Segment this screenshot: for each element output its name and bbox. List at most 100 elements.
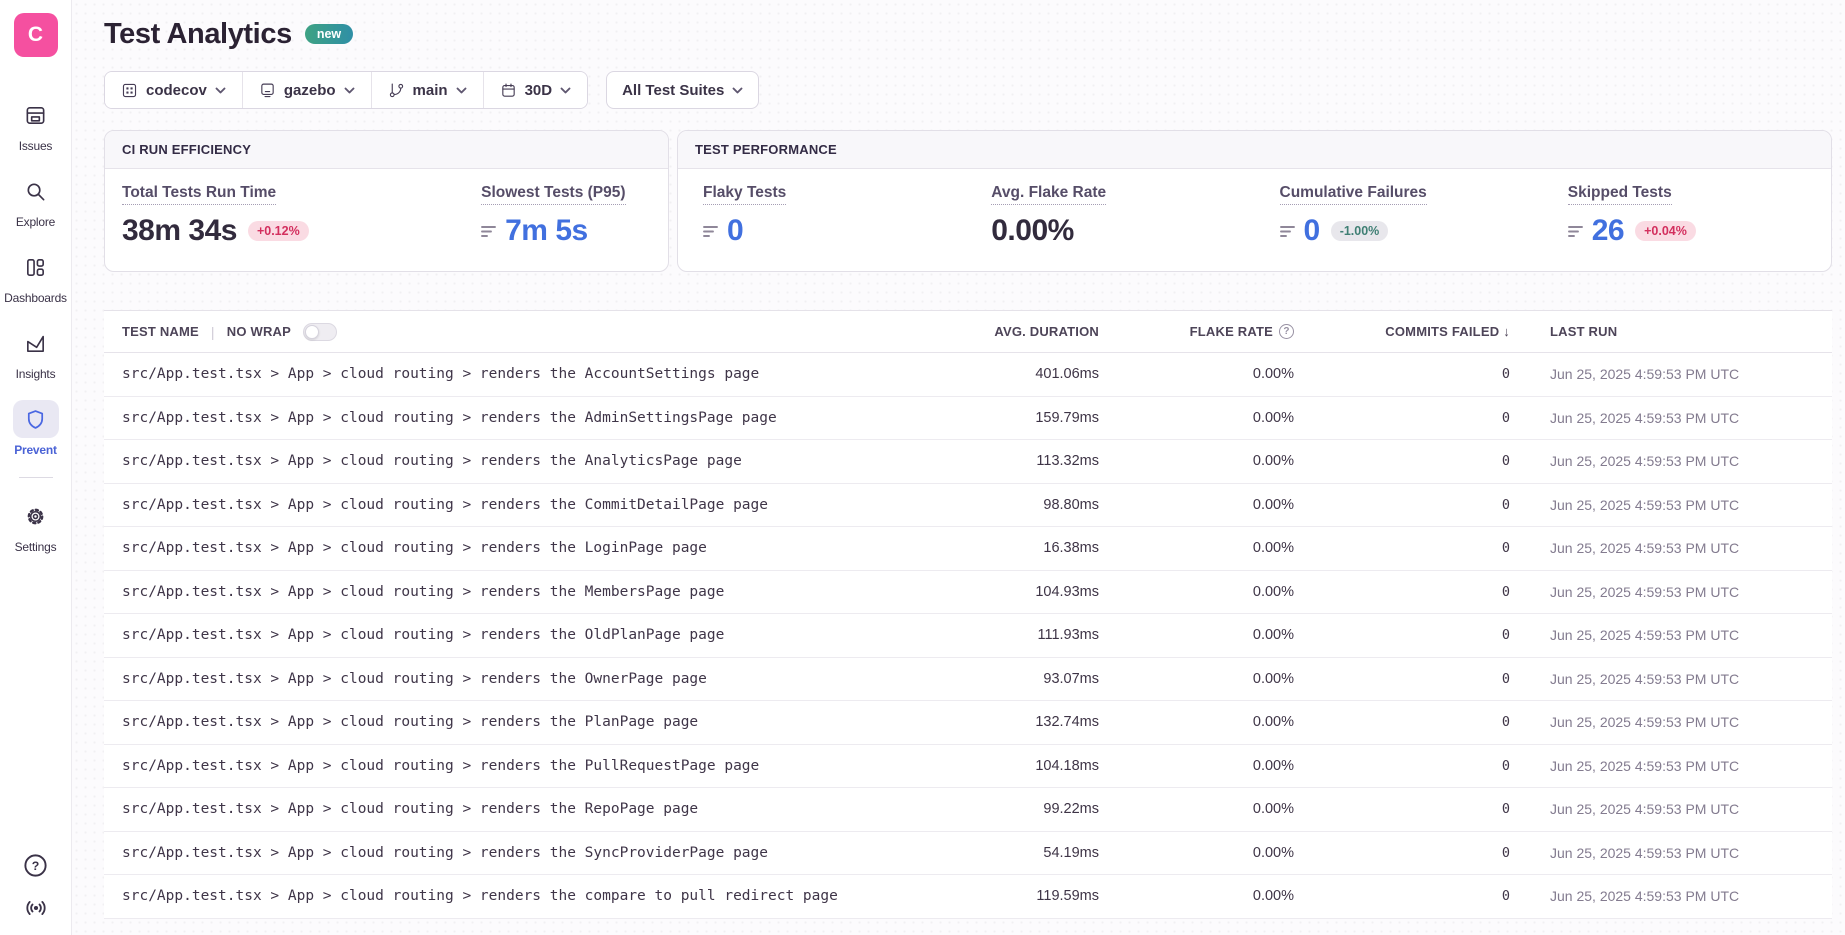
stat-value-row: 0 (703, 214, 966, 248)
org-filter-label: codecov (146, 82, 207, 99)
test-name-cell: src/App.test.tsx > App > cloud routing >… (104, 888, 959, 904)
toggle-knob (305, 325, 319, 339)
avg-duration-cell: 111.93ms (959, 627, 1129, 643)
broadcast-icon[interactable] (23, 895, 49, 921)
last-run-cell: Jun 25, 2025 4:59:53 PM UTC (1542, 801, 1832, 817)
flake-rate-cell: 0.00% (1129, 845, 1325, 861)
column-header-flake-rate[interactable]: FLAKE RATE ? (1129, 324, 1325, 339)
ci-run-efficiency-card: CI RUN EFFICIENCY Total Tests Run Time 3… (104, 130, 669, 272)
tests-table: TEST NAME | NO WRAP AVG. DURATION FLAKE … (104, 310, 1832, 919)
stat-label[interactable]: Avg. Flake Rate (991, 184, 1106, 205)
chevron-down-icon (344, 87, 355, 94)
stat-label[interactable]: Total Tests Run Time (122, 184, 276, 205)
commits-failed-label: COMMITS FAILED (1385, 324, 1499, 339)
last-run-cell: Jun 25, 2025 4:59:53 PM UTC (1542, 845, 1832, 861)
issues-icon (13, 96, 59, 134)
table-row: src/App.test.tsx > App > cloud routing >… (104, 658, 1832, 702)
stat-label[interactable]: Cumulative Failures (1280, 184, 1427, 205)
info-icon[interactable]: ? (1279, 324, 1294, 339)
table-row: src/App.test.tsx > App > cloud routing >… (104, 571, 1832, 615)
last-run-cell: Jun 25, 2025 4:59:53 PM UTC (1542, 888, 1832, 904)
test-name-cell: src/App.test.tsx > App > cloud routing >… (104, 627, 959, 643)
commits-failed-cell: 0 (1325, 627, 1542, 643)
column-header-test-name: TEST NAME | NO WRAP (104, 323, 959, 341)
org-icon (121, 82, 138, 99)
test-suites-label: All Test Suites (622, 82, 724, 99)
commits-failed-cell: 0 (1325, 540, 1542, 556)
table-row: src/App.test.tsx > App > cloud routing >… (104, 701, 1832, 745)
test-name-cell: src/App.test.tsx > App > cloud routing >… (104, 671, 959, 687)
chevron-down-icon (732, 87, 743, 94)
sidebar-item-label: Dashboards (4, 291, 67, 305)
branch-filter-label: main (413, 82, 448, 99)
sidebar-item-settings[interactable]: Settings (0, 488, 71, 564)
main-content: Test Analytics new codecov gazebo main (72, 0, 1845, 935)
column-header-commits-failed[interactable]: COMMITS FAILED ↓ (1325, 324, 1542, 339)
table-row: src/App.test.tsx > App > cloud routing >… (104, 484, 1832, 528)
stat-value: 0 (1304, 214, 1320, 248)
repo-filter[interactable]: gazebo (242, 72, 371, 108)
chevron-down-icon (215, 87, 226, 94)
sidebar-item-explore[interactable]: Explore (0, 163, 71, 239)
commits-failed-cell: 0 (1325, 453, 1542, 469)
branch-filter[interactable]: main (371, 72, 483, 108)
last-run-cell: Jun 25, 2025 4:59:53 PM UTC (1542, 497, 1832, 513)
svg-text:?: ? (32, 859, 40, 873)
last-run-cell: Jun 25, 2025 4:59:53 PM UTC (1542, 410, 1832, 426)
column-header-last-run[interactable]: LAST RUN (1542, 324, 1832, 339)
flake-rate-cell: 0.00% (1129, 497, 1325, 513)
gear-icon (13, 497, 59, 535)
column-header-avg-duration[interactable]: AVG. DURATION (959, 324, 1129, 339)
no-wrap-toggle[interactable] (303, 323, 337, 341)
org-filter[interactable]: codecov (105, 72, 242, 108)
test-name-cell: src/App.test.tsx > App > cloud routing >… (104, 845, 959, 861)
page-title: Test Analytics (104, 18, 292, 51)
table-row: src/App.test.tsx > App > cloud routing >… (104, 440, 1832, 484)
last-run-cell: Jun 25, 2025 4:59:53 PM UTC (1542, 453, 1832, 469)
test-name-cell: src/App.test.tsx > App > cloud routing >… (104, 758, 959, 774)
test-suites-filter[interactable]: All Test Suites (606, 71, 759, 109)
stat-slowest-tests: Slowest Tests (P95) 7m 5s (406, 184, 668, 248)
insights-chart-icon (13, 324, 59, 362)
filter-funnel-icon (481, 225, 496, 238)
stat-value-row: 7m 5s (481, 214, 668, 248)
stat-label[interactable]: Slowest Tests (P95) (481, 184, 625, 205)
date-range-filter[interactable]: 30D (483, 72, 588, 108)
sidebar-item-dashboards[interactable]: Dashboards (0, 239, 71, 315)
avg-duration-cell: 132.74ms (959, 714, 1129, 730)
stat-value-row: 26 +0.04% (1568, 214, 1831, 248)
sidebar-item-insights[interactable]: Insights (0, 315, 71, 391)
last-run-cell: Jun 25, 2025 4:59:53 PM UTC (1542, 540, 1832, 556)
sidebar-item-label: Settings (15, 540, 57, 554)
commits-failed-cell: 0 (1325, 758, 1542, 774)
sidebar-item-prevent[interactable]: Prevent (0, 391, 71, 467)
shield-icon (13, 400, 59, 438)
page-header: Test Analytics new (104, 14, 1832, 54)
sort-desc-icon: ↓ (1503, 324, 1510, 339)
last-run-cell: Jun 25, 2025 4:59:53 PM UTC (1542, 627, 1832, 643)
stat-label[interactable]: Skipped Tests (1568, 184, 1672, 205)
flake-rate-cell: 0.00% (1129, 801, 1325, 817)
last-run-cell: Jun 25, 2025 4:59:53 PM UTC (1542, 671, 1832, 687)
last-run-cell: Jun 25, 2025 4:59:53 PM UTC (1542, 758, 1832, 774)
codecov-logo[interactable]: C (14, 13, 58, 57)
table-row: src/App.test.tsx > App > cloud routing >… (104, 832, 1832, 876)
sidebar-item-issues[interactable]: Issues (0, 87, 71, 163)
table-row: src/App.test.tsx > App > cloud routing >… (104, 353, 1832, 397)
flake-rate-cell: 0.00% (1129, 627, 1325, 643)
flake-rate-cell: 0.00% (1129, 888, 1325, 904)
filter-group: codecov gazebo main 30D (104, 71, 588, 109)
help-icon[interactable]: ? (22, 852, 49, 879)
avg-duration-cell: 104.18ms (959, 758, 1129, 774)
flake-rate-label: FLAKE RATE (1190, 324, 1273, 339)
sidebar: C Issues Explore Dashboards Insights (0, 0, 72, 935)
stat-value: 26 (1592, 214, 1624, 248)
avg-duration-cell: 104.93ms (959, 584, 1129, 600)
avg-duration-cell: 401.06ms (959, 366, 1129, 382)
table-row: src/App.test.tsx > App > cloud routing >… (104, 614, 1832, 658)
new-badge: new (305, 24, 353, 45)
flake-rate-cell: 0.00% (1129, 671, 1325, 687)
avg-duration-cell: 159.79ms (959, 410, 1129, 426)
stat-skipped-tests: Skipped Tests 26 +0.04% (1543, 184, 1831, 248)
stat-label[interactable]: Flaky Tests (703, 184, 786, 205)
